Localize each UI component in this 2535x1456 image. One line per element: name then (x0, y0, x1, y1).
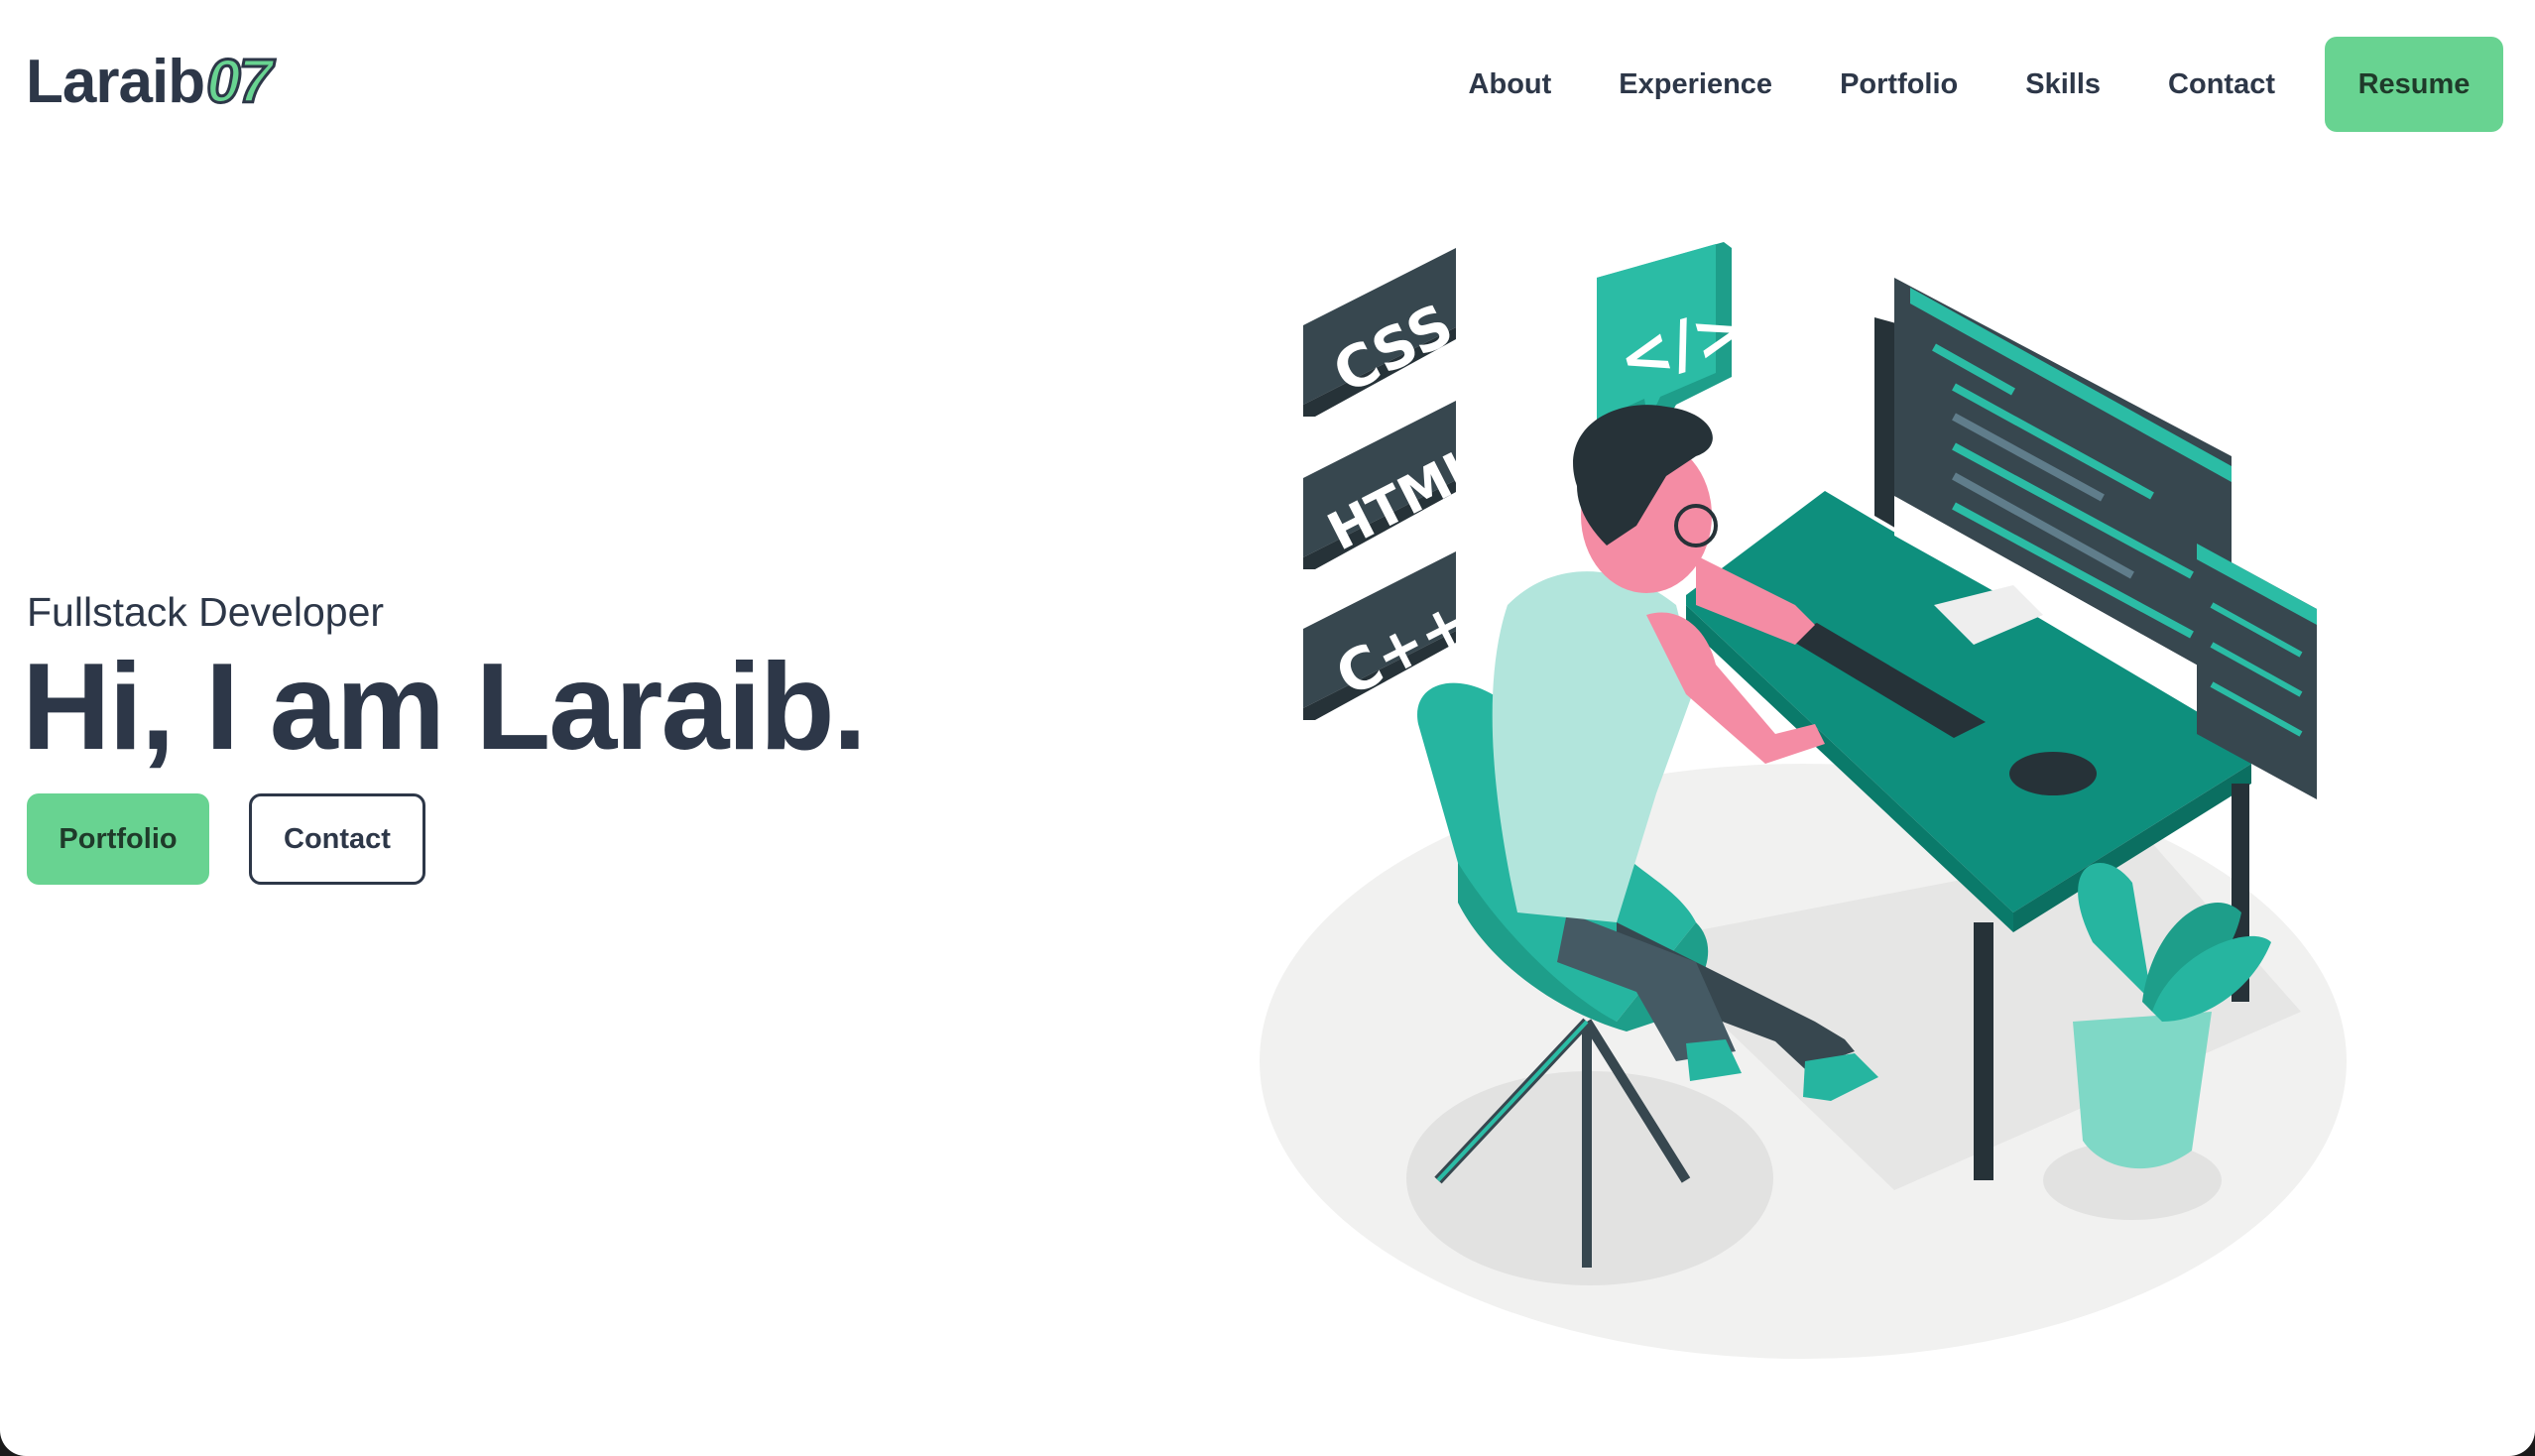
css-tile: CSS (1303, 248, 1464, 417)
page: Laraib07 About Experience Portfolio Skil… (0, 0, 2535, 1456)
developer-illustration: CSS HTML C++ </> (1260, 242, 2347, 1359)
hero-title: Hi, I am Laraib. (22, 639, 867, 776)
portfolio-button[interactable]: Portfolio (27, 793, 209, 885)
logo[interactable]: Laraib07 (26, 50, 275, 114)
hero-buttons: Portfolio Contact (27, 793, 425, 885)
logo-accent: 07 (205, 48, 275, 116)
nav-link-about[interactable]: About (1469, 68, 1552, 101)
mouse-icon (2009, 752, 2097, 795)
html-tile: HTML (1303, 401, 1491, 569)
logo-text: Laraib (26, 48, 205, 116)
nav-link-portfolio[interactable]: Portfolio (1840, 68, 1958, 101)
contact-button[interactable]: Contact (249, 793, 425, 885)
top-nav: About Experience Portfolio Skills Contac… (1469, 36, 2503, 133)
resume-button[interactable]: Resume (2325, 37, 2503, 132)
nav-link-skills[interactable]: Skills (2025, 68, 2101, 101)
nav-link-contact[interactable]: Contact (2168, 68, 2275, 101)
nav-link-experience[interactable]: Experience (1619, 68, 1772, 101)
hero-subtitle: Fullstack Developer (27, 589, 385, 635)
